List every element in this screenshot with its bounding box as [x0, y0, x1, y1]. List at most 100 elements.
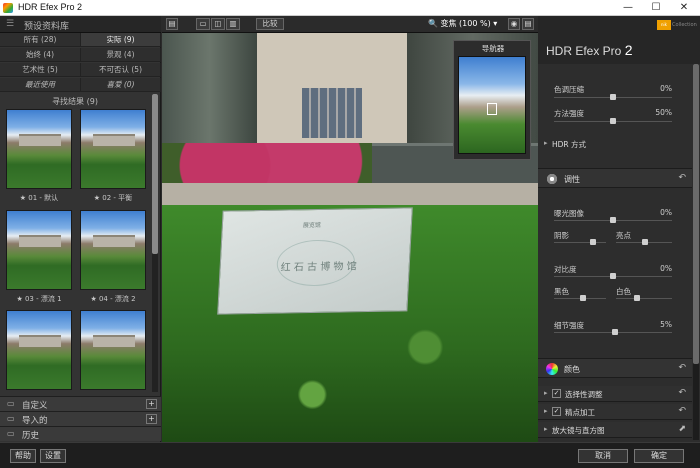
slider-knob[interactable]	[612, 329, 618, 335]
contrast-slider[interactable]	[554, 273, 672, 279]
method-strength-slider[interactable]	[554, 118, 672, 124]
selective-adjustments-checkbox[interactable]: ✓	[552, 389, 561, 398]
detail-strength-value: 5%	[660, 320, 672, 329]
color-section-header[interactable]: 颜色 ↶	[538, 358, 692, 378]
toggle-right-panel-icon[interactable]: ▤	[522, 18, 534, 30]
slider-knob[interactable]	[610, 217, 616, 223]
side-by-side-icon[interactable]: ▥	[226, 18, 240, 30]
slider-knob[interactable]	[610, 118, 616, 124]
window-title: HDR Efex Pro 2	[18, 2, 83, 12]
filter-recent[interactable]: 最近使用	[0, 78, 81, 92]
slider-knob[interactable]	[610, 273, 616, 279]
slider-knob[interactable]	[610, 94, 616, 100]
filter-favorites[interactable]: 喜爱 (0)	[81, 78, 161, 92]
finishing-checkbox[interactable]: ✓	[552, 407, 561, 416]
preset-caption: ★ 02 - 平衡	[93, 194, 133, 202]
section-imported-label: 导入的	[22, 416, 48, 426]
compare-button[interactable]: 比较	[256, 18, 284, 30]
add-custom-button[interactable]: +	[146, 399, 157, 409]
folder-icon: ▭	[7, 399, 15, 408]
ok-button[interactable]: 确定	[634, 449, 684, 463]
whites-slider[interactable]	[616, 295, 672, 301]
preset-preview-image	[80, 210, 146, 290]
blacks-slider[interactable]	[554, 295, 606, 301]
revert-icon[interactable]: ↶	[678, 173, 686, 183]
slider-knob[interactable]	[580, 295, 586, 301]
preset-scrollbar-thumb[interactable]	[152, 94, 158, 254]
preset-scrollbar[interactable]	[152, 94, 158, 392]
navigator-viewport-box[interactable]	[487, 103, 497, 115]
filter-undeniable[interactable]: 不可否认 (5)	[81, 63, 161, 77]
hdr-method-label: HDR 方式	[552, 140, 587, 149]
revert-icon[interactable]: ↶	[678, 363, 686, 373]
slider-knob[interactable]	[642, 239, 648, 245]
preset-thumb-05[interactable]	[6, 310, 72, 390]
section-history[interactable]: ▭ 历史	[0, 426, 161, 441]
preset-thumb-06[interactable]	[80, 310, 146, 390]
cancel-button[interactable]: 取消	[578, 449, 628, 463]
preset-thumb-01[interactable]: ★ 01 - 默认	[6, 109, 72, 202]
revert-icon[interactable]: ↶	[678, 388, 686, 398]
toggle-left-panel-icon[interactable]: ▤	[166, 18, 178, 30]
whites-label: 白色	[616, 287, 631, 296]
adjustments-scrollbar-thumb[interactable]	[693, 64, 699, 364]
chevron-right-icon: ▸	[544, 407, 548, 415]
highlights-slider[interactable]	[616, 239, 672, 245]
filter-landscape[interactable]: 景观 (4)	[81, 48, 161, 62]
close-button[interactable]: ✕	[670, 0, 698, 16]
selective-adjustments-label: 选择性调整	[565, 390, 603, 399]
navigator-preview[interactable]	[458, 56, 526, 154]
single-view-icon[interactable]: ▭	[196, 18, 210, 30]
sign-text-main: 红 石 古 博 物 馆	[280, 261, 357, 274]
finishing-row[interactable]: ▸ ✓ 精点加工 ↶	[538, 404, 692, 420]
loupe-histogram-row[interactable]: ▸ 放大镜与直方图 ⬈	[538, 422, 692, 438]
preset-preview-image	[80, 310, 146, 390]
zoom-value: 变焦 (100 %)	[440, 19, 491, 28]
preset-caption: ★ 01 - 默认	[19, 194, 59, 202]
add-imported-button[interactable]: +	[146, 414, 157, 424]
preset-thumb-04[interactable]: ★ 04 - 漂流 2	[80, 210, 146, 303]
search-icon: 🔍	[428, 19, 438, 28]
minimize-button[interactable]: —	[614, 0, 642, 16]
tone-compression-label: 色调压缩	[554, 85, 584, 94]
tone-section-header[interactable]: 调性 ↶	[538, 168, 692, 188]
preset-thumb-03[interactable]: ★ 03 - 漂流 1	[6, 210, 72, 303]
preset-thumb-02[interactable]: ★ 02 - 平衡	[80, 109, 146, 202]
tone-compression-value: 0%	[660, 84, 672, 93]
navigator-panel[interactable]: 导航器	[453, 40, 531, 160]
navigator-title: 导航器	[481, 44, 505, 53]
app-icon	[3, 3, 13, 13]
shadows-slider[interactable]	[554, 239, 606, 245]
chevron-right-icon: ▸	[544, 139, 548, 147]
collapse-icon[interactable]: ☰	[6, 19, 14, 29]
stone-sign: 展览馆 红 石 古 博 物 馆	[217, 207, 413, 315]
preset-preview-image	[6, 109, 72, 189]
revert-icon[interactable]: ↶	[678, 406, 686, 416]
zoom-control[interactable]: 🔍 变焦 (100 %) ▾	[428, 18, 500, 30]
detail-strength-slider[interactable]	[554, 329, 672, 335]
split-view-icon[interactable]: ◫	[211, 18, 225, 30]
slider-knob[interactable]	[634, 295, 640, 301]
hdr-method-toggle[interactable]: ▸ HDR 方式	[538, 136, 692, 152]
chevron-down-icon[interactable]: ▾	[493, 19, 497, 28]
filter-artistic[interactable]: 艺术性 (5)	[0, 63, 81, 77]
settings-button[interactable]: 设置	[40, 449, 66, 463]
exposure-slider[interactable]	[554, 217, 672, 223]
help-button[interactable]: 帮助	[10, 449, 36, 463]
selective-adjustments-row[interactable]: ▸ ✓ 选择性调整 ↶	[538, 386, 692, 402]
preset-library-header[interactable]: ☰ 预设资料库	[0, 16, 161, 33]
adjustments-scrollbar[interactable]	[693, 64, 699, 440]
maximize-button[interactable]: ☐	[642, 0, 670, 16]
filter-always[interactable]: 始终 (4)	[0, 48, 81, 62]
brand-header: nik Collection HDR Efex Pro 2	[538, 16, 700, 64]
section-imported[interactable]: ▭ 导入的 +	[0, 411, 161, 426]
tone-compression-slider[interactable]	[554, 94, 672, 100]
section-custom[interactable]: ▭ 自定义 +	[0, 396, 161, 411]
slider-knob[interactable]	[590, 239, 596, 245]
pin-icon[interactable]: ⬈	[678, 424, 686, 434]
loupe-icon[interactable]: ◉	[508, 18, 520, 30]
filter-realistic[interactable]: 实际 (9)	[81, 33, 161, 47]
tone-section-title: 调性	[564, 175, 580, 184]
view-toolbar: ▤ ▭ ◫ ▥ 比较 🔍 变焦 (100 %) ▾ ◉ ▤	[162, 16, 538, 33]
filter-all[interactable]: 所有 (28)	[0, 33, 81, 47]
